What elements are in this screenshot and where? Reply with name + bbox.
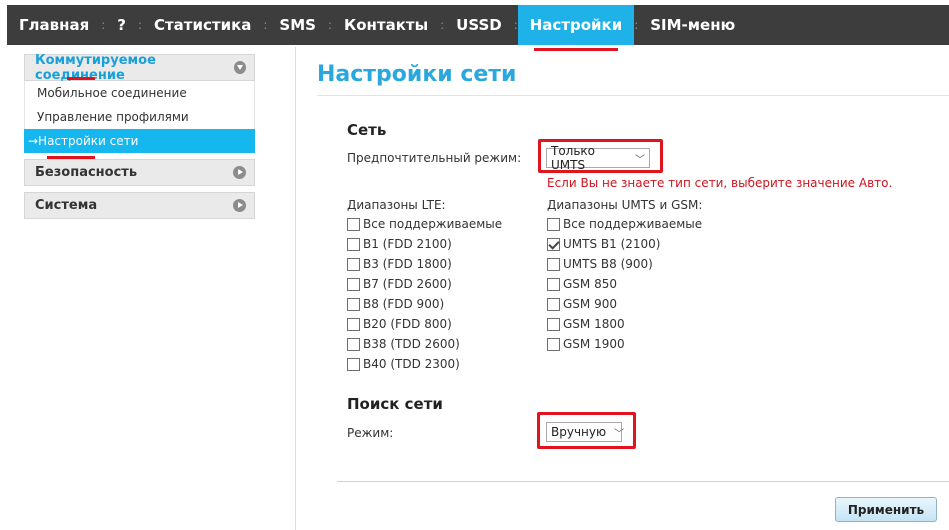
lte-band-checkbox-label: B20 (FDD 800) [363,317,452,331]
nav-settings[interactable]: Настройки [517,5,635,51]
sidebar-item-mobile-connection[interactable]: Мобильное соединение [24,81,255,105]
nav-sim-menu[interactable]: SIM-меню [638,5,747,45]
checkbox[interactable] [347,277,360,291]
checkbox[interactable] [547,217,560,231]
umts-band-checkbox-row[interactable]: GSM 850 [547,277,617,291]
umts-band-checkbox-label: GSM 850 [563,277,617,291]
lte-band-checkbox-label: B1 (FDD 2100) [363,237,452,251]
sidebar-group-dialup-label: Коммутируемое соединение [35,52,156,83]
section-title-network: Сеть [347,121,387,139]
checkbox[interactable] [547,317,560,331]
router-settings-page: Главная : ? : Статистика : SMS : Контакт… [0,0,949,530]
lte-band-checkbox-label: B40 (TDD 2300) [363,357,460,371]
preferred-mode-value: Только UMTS [551,144,596,172]
sidebar-group-system[interactable]: Система [24,192,255,219]
nav-settings-label: Настройки [529,16,623,34]
preferred-mode-label: Предпочтительный режим: [347,151,522,165]
sidebar-item-network-settings-label: →Настройки сети [28,134,139,148]
divider [337,481,949,482]
lte-band-checkbox-label: B38 (TDD 2600) [363,337,460,351]
umts-band-checkbox-row[interactable]: GSM 1900 [547,337,625,351]
divider [317,95,949,96]
network-warning-text: Если Вы не знаете тип сети, выберите зна… [547,176,893,190]
lte-band-checkbox-row[interactable]: B1 (FDD 2100) [347,237,452,251]
umts-band-checkbox-label: GSM 1800 [563,317,625,331]
lte-band-checkbox-row[interactable]: Все поддерживаемые [347,217,502,231]
umts-band-checkbox-row[interactable]: UMTS B1 (2100) [547,237,660,251]
sidebar-item-profile-management[interactable]: Управление профилями [24,105,255,129]
sidebar-group-system-label: Система [35,198,98,213]
checkbox[interactable] [347,337,360,351]
umts-band-checkbox-row[interactable]: GSM 1800 [547,317,625,331]
checkbox[interactable] [347,317,360,331]
divider [295,47,296,530]
checkbox[interactable] [547,297,560,311]
lte-band-checkbox-row[interactable]: B3 (FDD 1800) [347,257,452,271]
lte-bands-label: Диапазоны LTE: [347,198,446,212]
search-mode-select[interactable]: Вручную ﹀ [546,422,625,442]
lte-band-checkbox-label: Все поддерживаемые [363,217,503,231]
umts-band-checkbox-label: UMTS B8 (900) [563,257,653,271]
page-title: Настройки сети [317,62,517,87]
checkbox[interactable] [347,257,360,271]
chevron-right-icon [233,166,246,179]
nav-sms[interactable]: SMS [267,5,328,45]
nav-statistics[interactable]: Статистика [142,5,263,45]
chevron-down-icon [233,61,246,74]
lte-band-checkbox-label: B3 (FDD 1800) [363,257,452,271]
chevron-down-icon: ﹀ [635,154,645,166]
umts-band-checkbox-row[interactable]: UMTS B8 (900) [547,257,653,271]
lte-band-checkbox-row[interactable]: B7 (FDD 2600) [347,277,452,291]
lte-band-checkbox-label: B7 (FDD 2600) [363,277,452,291]
checkbox[interactable] [547,257,560,271]
lte-band-checkbox-row[interactable]: B40 (TDD 2300) [347,357,460,371]
sidebar-item-network-settings[interactable]: →Настройки сети [24,129,255,159]
sidebar: Коммутируемое соединение Мобильное соеди… [24,52,255,219]
top-nav: Главная : ? : Статистика : SMS : Контакт… [7,5,949,51]
sidebar-group-security-label: Безопасность [35,165,138,180]
search-mode-value: Вручную [551,425,607,439]
nav-contacts[interactable]: Контакты [332,5,440,45]
red-underline-annotation [533,48,619,51]
lte-band-checkbox-row[interactable]: B20 (FDD 800) [347,317,452,331]
chevron-down-icon: ﹀ [614,428,625,440]
nav-ussd[interactable]: USSD [444,5,514,45]
red-underline-annotation [67,77,95,80]
checkbox[interactable] [347,237,360,251]
umts-band-checkbox-row[interactable]: Все поддерживаемые [547,217,702,231]
apply-button[interactable]: Применить [835,497,937,522]
checkbox[interactable] [347,357,360,371]
checkbox[interactable] [347,297,360,311]
umts-band-checkbox-label: GSM 1900 [563,337,625,351]
checkbox[interactable] [347,217,360,231]
lte-band-checkbox-row[interactable]: B38 (TDD 2600) [347,337,460,351]
nav-home[interactable]: Главная [7,5,101,45]
checkbox[interactable] [547,337,560,351]
sidebar-group-security[interactable]: Безопасность [24,159,255,186]
lte-band-checkbox-row[interactable]: B8 (FDD 900) [347,297,444,311]
preferred-mode-select[interactable]: Только UMTS ﹀ [546,144,650,172]
sidebar-group-dialup[interactable]: Коммутируемое соединение [24,52,255,83]
umts-band-checkbox-label: UMTS B1 (2100) [563,237,661,251]
search-mode-label: Режим: [347,426,394,440]
chevron-right-icon [233,199,246,212]
checkbox[interactable] [547,277,560,291]
lte-band-checkbox-label: B8 (FDD 900) [363,297,445,311]
umts-band-checkbox-row[interactable]: GSM 900 [547,297,617,311]
nav-help[interactable]: ? [105,5,138,45]
umts-band-checkbox-label: Все поддерживаемые [563,217,703,231]
section-title-network-search: Поиск сети [347,395,443,413]
umts-gsm-bands-label: Диапазоны UMTS и GSM: [547,198,703,212]
checkbox[interactable] [547,237,560,251]
umts-band-checkbox-label: GSM 900 [563,297,617,311]
